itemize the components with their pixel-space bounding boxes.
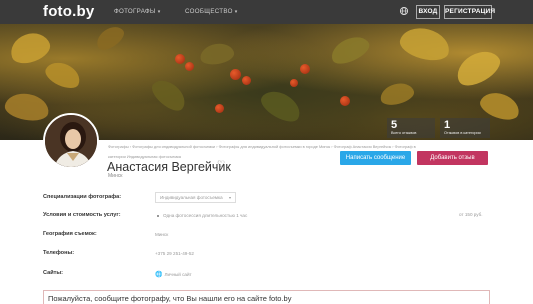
profile-city: Минск bbox=[108, 173, 123, 179]
stat-total-reviews: 5 Всего отзывов bbox=[387, 118, 435, 138]
avatar[interactable] bbox=[43, 113, 99, 169]
register-button[interactable]: РЕГИСТРАЦИЯ bbox=[444, 5, 495, 19]
send-message-button[interactable]: Написать сообщение bbox=[340, 151, 411, 165]
login-button[interactable]: ВХОД bbox=[416, 5, 440, 19]
conditions-item: Одна фотосессия длительностью 1 час bbox=[157, 213, 247, 218]
chevron-down-icon: ▾ bbox=[157, 9, 161, 15]
phones-label: Телефоны: bbox=[43, 250, 75, 256]
phone-value[interactable]: +375 29 251-49-52 bbox=[155, 251, 194, 256]
geography-label: География съемок: bbox=[43, 231, 97, 237]
specialization-value: Индивидуальная фотосъемка bbox=[160, 195, 223, 200]
stat-label: Отзывов в категории bbox=[444, 131, 481, 135]
specialization-label: Специализации фотографа: bbox=[43, 194, 122, 200]
nav-label: ФОТОГРАФЫ bbox=[114, 8, 156, 15]
chevron-down-icon: ▾ bbox=[234, 9, 238, 15]
chevron-down-icon: ▾ bbox=[228, 195, 231, 200]
site-link[interactable]: 🌐 Личный сайт bbox=[155, 271, 192, 278]
language-globe-icon[interactable] bbox=[399, 6, 409, 17]
notice-box: Пожалуйста, сообщите фотографу, что Вы н… bbox=[43, 290, 490, 304]
nav-label: СООБЩЕСТВО bbox=[185, 8, 233, 15]
stat-label: Всего отзывов bbox=[391, 131, 417, 135]
conditions-label: Условия и стоимость услуг: bbox=[43, 212, 121, 218]
bullet-icon bbox=[157, 214, 159, 217]
nav-photographers[interactable]: ФОТОГРАФЫ ▾ bbox=[114, 8, 161, 15]
stat-value: 5 bbox=[391, 119, 398, 131]
specialization-select[interactable]: Индивидуальная фотосъемка ▾ bbox=[155, 192, 236, 203]
site-logo[interactable]: foto.by bbox=[43, 3, 94, 20]
nav-community[interactable]: СООБЩЕСТВО ▾ bbox=[185, 8, 238, 15]
stat-category-reviews: 1 Отзывов в категории bbox=[440, 118, 490, 138]
geography-value: Минск bbox=[155, 232, 169, 237]
stat-value: 1 bbox=[444, 119, 451, 131]
conditions-text: Одна фотосессия длительностью 1 час bbox=[163, 213, 248, 218]
sites-label: Сайты: bbox=[43, 270, 64, 276]
conditions-price: от 150 руб. bbox=[459, 212, 483, 217]
site-link-label: Личный сайт bbox=[164, 272, 192, 277]
globe-icon: 🌐 bbox=[155, 272, 163, 278]
favorite-heart-icon[interactable]: ♡ bbox=[217, 159, 225, 170]
add-review-button[interactable]: Добавить отзыв bbox=[417, 151, 488, 165]
top-navigation-bar: foto.by ФОТОГРАФЫ ▾ СООБЩЕСТВО ▾ ВХОД РЕГИ… bbox=[0, 0, 533, 24]
profile-name: Анастасия Вергейчик bbox=[107, 160, 231, 174]
